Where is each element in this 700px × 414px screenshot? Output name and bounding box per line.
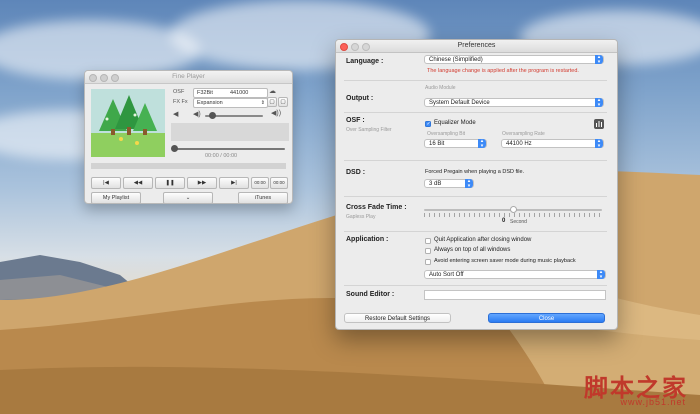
chevron-down-icon: ⌄ <box>185 195 191 201</box>
equalizer-mode-label: Equalizer Mode <box>434 120 476 126</box>
time-b-button[interactable]: 00:00 <box>270 177 288 189</box>
output-value: System Default Device <box>429 100 490 106</box>
equalizer-icon[interactable] <box>594 119 604 129</box>
cloud-icon[interactable]: ☁ <box>269 87 276 95</box>
chevron-updown-icon: ▴ ▾ <box>597 270 605 279</box>
crossfade-sublabel: Gapless Play <box>346 214 376 220</box>
output-label: Output : <box>346 95 374 102</box>
crossfade-slider-knob[interactable] <box>510 206 517 213</box>
avoid-screensaver-label: Avoid entering screen saver mode during … <box>434 258 576 264</box>
waveform-area <box>171 123 289 141</box>
close-button[interactable]: Close <box>488 313 605 323</box>
minimize-window-button[interactable] <box>351 43 359 51</box>
dsd-pregain-value: 3 dB <box>429 181 442 187</box>
player-window: Fine Player OSF F32Bit 441000 ☁ FX Fx Ex… <box>84 70 293 204</box>
chevron-updown-icon: ▴ ▾ <box>595 139 603 148</box>
itunes-button[interactable]: iTunes <box>238 192 288 203</box>
expand-button[interactable]: ⌄ <box>163 192 213 203</box>
quit-after-close-label: Quit Application after closing window <box>434 237 532 243</box>
album-artwork <box>91 89 165 157</box>
dsd-description: Forced Pregain when playing a DSD file. <box>425 169 525 175</box>
pause-button[interactable]: ❚❚ <box>155 177 185 189</box>
output-sublabel: Audio Module <box>425 85 456 91</box>
separator <box>344 285 607 286</box>
output-device-select[interactable]: System Default Device ▴ ▾ <box>424 98 604 107</box>
rate-value: 441000 <box>230 90 249 96</box>
crossfade-value: 0 <box>502 218 506 224</box>
oversampling-rate-value: 44100 Hz <box>506 141 532 147</box>
volume-slider-knob[interactable] <box>209 112 216 119</box>
chevron-updown-icon: ⇕ <box>260 100 265 106</box>
dsd-label: DSD : <box>346 169 366 176</box>
time-display: 00:00 / 00:00 <box>205 153 238 159</box>
chevron-updown-icon: ▴ ▾ <box>478 139 486 148</box>
crossfade-label: Cross Fade Time : <box>346 204 407 211</box>
preferences-window: Preferences Language : Chinese (Simplifi… <box>335 39 618 330</box>
chevron-updown-icon: ▴ ▾ <box>595 55 603 64</box>
fx-label: FX Fx <box>173 99 188 105</box>
auto-sort-select[interactable]: Auto Sort Off ▴ ▾ <box>424 270 606 279</box>
osf-label: OSF : <box>346 117 365 124</box>
fast-forward-button[interactable]: ▶▶ <box>187 177 217 189</box>
separator <box>344 80 607 81</box>
my-playlist-button[interactable]: My Playlist <box>91 192 141 203</box>
auto-sort-value: Auto Sort Off <box>429 272 464 278</box>
separator <box>344 112 607 113</box>
oversampling-bit-label: Oversampling Bit <box>427 131 466 137</box>
language-select[interactable]: Chinese (Simplified) ▴ ▾ <box>424 55 604 64</box>
volume-loud-icon: ◀)) <box>271 110 282 117</box>
sound-editor-label: Sound Editor : <box>346 291 395 298</box>
spectrum-bar <box>91 163 286 169</box>
language-value: Chinese (Simplified) <box>429 57 483 63</box>
osf-sublabel: Over Sampling Filter <box>346 127 392 133</box>
oversampling-rate-select[interactable]: 44100 Hz ▴ ▾ <box>501 139 604 148</box>
preferences-titlebar: Preferences <box>336 40 617 53</box>
format-value: F32Bit <box>197 90 213 96</box>
minimize-window-button[interactable] <box>100 74 108 82</box>
application-label: Application : <box>346 236 389 243</box>
equalizer-mode-checkbox[interactable] <box>425 121 431 127</box>
always-on-top-checkbox[interactable] <box>425 248 431 254</box>
dsd-pregain-select[interactable]: 3 dB ▴ ▾ <box>424 179 474 188</box>
chevron-updown-icon: ▴ ▾ <box>595 98 603 107</box>
quit-after-close-checkbox[interactable] <box>425 238 431 244</box>
player-titlebar: Fine Player <box>85 71 292 84</box>
always-on-top-label: Always on top of all windows <box>434 247 511 253</box>
watermark-url: www.jb51.net <box>620 397 686 407</box>
crossfade-unit: Second <box>510 219 527 225</box>
fx-value: Expansion <box>197 100 223 106</box>
rewind-button[interactable]: ◀◀ <box>123 177 153 189</box>
zoom-window-button[interactable] <box>111 74 119 82</box>
sound-editor-field[interactable] <box>424 290 606 300</box>
restore-defaults-button[interactable]: Restore Default Settings <box>344 313 451 323</box>
next-track-button[interactable]: ▶| <box>219 177 249 189</box>
oversampling-bit-select[interactable]: 16 Bit ▴ ▾ <box>424 139 487 148</box>
crossfade-slider-ticks <box>424 213 602 217</box>
eq-small-button[interactable]: ▢ <box>278 97 288 107</box>
oversampling-bit-value: 16 Bit <box>429 141 445 147</box>
separator <box>344 196 607 197</box>
avoid-screensaver-checkbox[interactable] <box>425 259 431 265</box>
separator <box>344 231 607 232</box>
progress-knob[interactable] <box>171 145 178 152</box>
volume-mute-icon[interactable]: ◀ <box>173 110 178 118</box>
oversampling-rate-label: Oversampling Rate <box>502 131 545 137</box>
prev-track-button[interactable]: |◀ <box>91 177 121 189</box>
preferences-title: Preferences <box>457 42 496 49</box>
fx-select[interactable]: Expansion ⇕ <box>193 98 268 108</box>
time-a-button[interactable]: 00:00 <box>251 177 269 189</box>
format-label: OSF <box>173 89 185 95</box>
settings-small-button[interactable]: ▢ <box>267 97 277 107</box>
format-display[interactable]: F32Bit 441000 <box>193 88 268 98</box>
chevron-updown-icon: ▴ ▾ <box>465 179 473 188</box>
close-window-button[interactable] <box>340 43 348 51</box>
zoom-window-button[interactable] <box>362 43 370 51</box>
player-title: Fine Player <box>172 73 205 80</box>
close-window-button[interactable] <box>89 74 97 82</box>
language-restart-note: The language change is applied after the… <box>427 68 579 74</box>
progress-track[interactable] <box>173 148 285 150</box>
volume-icon: ◀) <box>193 111 201 118</box>
language-label: Language : <box>346 58 384 65</box>
separator <box>344 160 607 161</box>
